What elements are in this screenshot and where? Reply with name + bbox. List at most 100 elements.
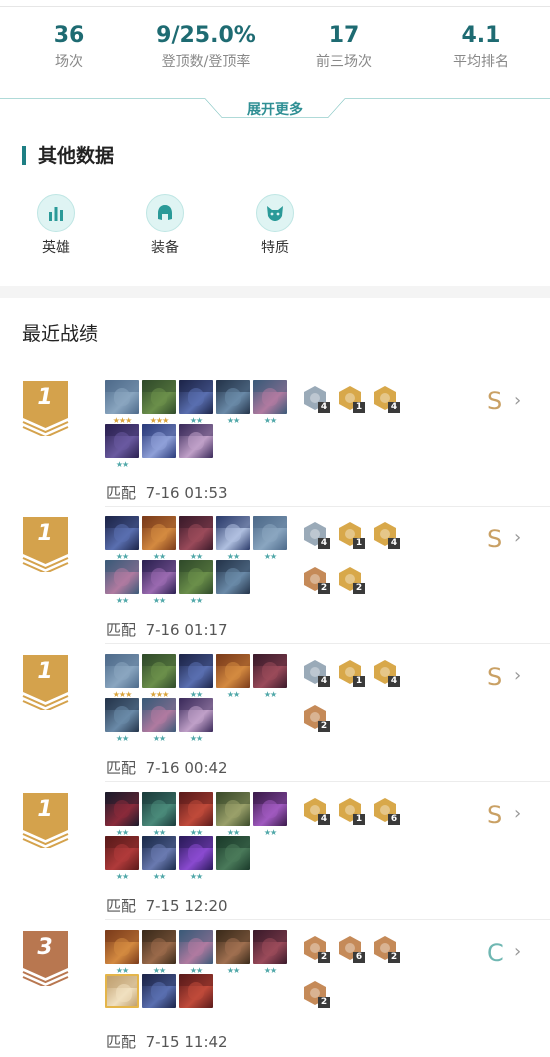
match-grade: S <box>487 801 503 829</box>
trait-count: 1 <box>353 814 365 825</box>
match-row[interactable]: 1 ★★★ ★★★ ★★ ★★ ★★ ★★ ★★ ★★ 4142 匹配 7-16 00:42 … <box>0 654 550 782</box>
portrait-face <box>114 432 130 450</box>
champion-stars: ★★ <box>189 872 203 881</box>
traits-stats-button[interactable]: 特质 <box>245 194 305 257</box>
chevron-right-icon[interactable]: › <box>514 387 521 415</box>
row-divider <box>105 781 550 782</box>
portrait-face <box>114 844 130 862</box>
match-info: 匹配 7-16 00:42 <box>106 758 228 778</box>
trait-hex-icon: 2 <box>303 566 330 594</box>
items-stats-button[interactable]: 装备 <box>135 194 195 257</box>
trait-count: 4 <box>318 676 330 687</box>
stat-top-three: 17 前三场次 <box>275 22 413 72</box>
champion-portrait <box>142 792 176 826</box>
stat-value: 9/25.0% <box>156 23 256 48</box>
trait-hex-icon: 6 <box>338 935 365 963</box>
champion-portrait <box>216 792 250 826</box>
stat-label: 前三场次 <box>316 54 372 70</box>
rank-badge: 3 <box>22 930 70 989</box>
portrait-face <box>262 524 278 542</box>
trait-hex-icon: 2 <box>303 935 330 963</box>
match-mode: 匹配 <box>106 759 137 777</box>
match-row[interactable]: 3 ★★ ★★ ★★ ★★ ★★ 2622 匹配 7-15 11:42 C › <box>0 930 550 1057</box>
portrait-face <box>114 706 130 724</box>
trait-count: 1 <box>353 676 365 687</box>
champion-portrait <box>142 560 176 594</box>
champion-portrait <box>253 792 287 826</box>
trait-count: 4 <box>388 402 400 413</box>
champion-portrait <box>105 930 139 964</box>
portrait-face <box>151 432 167 450</box>
portrait-face <box>225 938 241 956</box>
trait-count: 4 <box>318 538 330 549</box>
champion-portrait <box>179 380 213 414</box>
portrait-face <box>262 388 278 406</box>
match-info: 匹配 7-16 01:17 <box>106 620 228 640</box>
bar-chart-icon <box>37 194 75 232</box>
portrait-face <box>151 662 167 680</box>
champion-portrait <box>105 836 139 870</box>
champion-portrait <box>179 974 213 1008</box>
champions-stats-button[interactable]: 英雄 <box>26 194 86 257</box>
chevron-right-icon[interactable]: › <box>514 524 521 552</box>
champion-stars: ★★ <box>189 596 203 605</box>
trait-hex-icon: 2 <box>303 704 330 732</box>
champion-portrait <box>105 654 139 688</box>
match-info: 匹配 7-15 12:20 <box>106 896 228 916</box>
champion-portrait <box>142 698 176 732</box>
trait-hex-icon: 6 <box>373 797 400 825</box>
trait-count: 2 <box>318 721 330 732</box>
rank-badge: 1 <box>22 792 70 851</box>
stat-value: 36 <box>53 23 85 48</box>
portrait-face <box>151 844 167 862</box>
champion-portrait <box>179 930 213 964</box>
champion-portrait <box>105 380 139 414</box>
portrait-face <box>262 800 278 818</box>
chevron-right-icon[interactable]: › <box>514 938 521 966</box>
chevron-right-icon[interactable]: › <box>514 800 521 828</box>
tool-label: 英雄 <box>42 240 70 256</box>
champion-portrait <box>105 792 139 826</box>
champion-portrait <box>253 654 287 688</box>
match-row[interactable]: 1 ★★ ★★ ★★ ★★ ★★ ★★ ★★ ★★ 41422 匹配 7-16 01:17 S… <box>0 516 550 644</box>
trait-count: 4 <box>388 676 400 687</box>
portrait-face <box>225 662 241 680</box>
match-grade: C <box>487 939 504 967</box>
champion-portrait <box>142 654 176 688</box>
trait-count: 1 <box>353 538 365 549</box>
trait-count: 2 <box>353 583 365 594</box>
portrait-face <box>151 706 167 724</box>
match-info: 匹配 7-15 11:42 <box>106 1032 228 1052</box>
trait-count: 4 <box>388 538 400 549</box>
portrait-face <box>188 662 204 680</box>
portrait-face <box>188 800 204 818</box>
match-info: 匹配 7-16 01:53 <box>106 483 228 503</box>
stat-games: 36 场次 <box>0 22 138 72</box>
rank-badge: 1 <box>22 516 70 575</box>
champion-stars: ★★ <box>226 966 240 975</box>
trait-count: 2 <box>388 952 400 963</box>
stat-wins: 9/25.0% 登顶数/登顶率 <box>137 22 275 72</box>
portrait-face <box>114 388 130 406</box>
match-row[interactable]: 1 ★★★ ★★★ ★★ ★★ ★★ ★★ 414 匹配 7-16 01:53 S › <box>0 380 550 507</box>
champion-stars: ★★ <box>263 690 277 699</box>
portrait-face <box>114 662 130 680</box>
champion-portrait <box>105 560 139 594</box>
chevron-right-icon[interactable]: › <box>514 662 521 690</box>
trait-hex-icon: 1 <box>338 797 365 825</box>
row-divider <box>105 919 550 920</box>
portrait-face <box>262 662 278 680</box>
trait-hex-icon: 4 <box>303 659 330 687</box>
rank-badge: 1 <box>22 654 70 713</box>
trait-hex-icon: 4 <box>373 521 400 549</box>
match-row[interactable]: 1 ★★ ★★ ★★ ★★ ★★ ★★ ★★ ★★ 416 匹配 7-15 12:20 S › <box>0 792 550 920</box>
expand-more-button[interactable]: 展开更多 <box>225 99 325 121</box>
helmet-icon <box>146 194 184 232</box>
champion-stars: ★★ <box>152 596 166 605</box>
trait-hex-icon: 2 <box>373 935 400 963</box>
champion-portrait <box>216 836 250 870</box>
trait-hex-icon: 4 <box>303 797 330 825</box>
champion-portrait <box>253 930 287 964</box>
trait-count: 6 <box>353 952 365 963</box>
portrait-face <box>188 844 204 862</box>
